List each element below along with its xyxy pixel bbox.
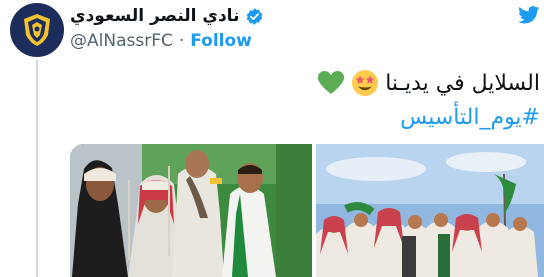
tweet-text: السلايل في يديـنا: [385, 70, 540, 96]
club-logo-icon: [24, 14, 50, 46]
verified-badge-icon: [247, 7, 263, 25]
twitter-bird-icon[interactable]: [518, 6, 540, 24]
tweet-media[interactable]: [70, 144, 544, 277]
separator-dot: ·: [178, 31, 185, 51]
tweet-text-line: السلايل في يديـنا: [317, 66, 540, 100]
photo-group-flags-celebration[interactable]: [316, 144, 544, 277]
account-handle[interactable]: @AlNassrFC: [70, 31, 173, 51]
green-heart-emoji-icon: [318, 71, 345, 94]
thread-line: [36, 60, 38, 277]
follow-button[interactable]: Follow: [190, 31, 252, 51]
avatar[interactable]: [10, 3, 64, 57]
star-struck-emoji-icon: [352, 70, 379, 96]
display-name[interactable]: نادي النصر السعودي: [70, 6, 239, 26]
hashtag-link[interactable]: #يوم_التأسيس: [400, 102, 540, 132]
photo-1-image: [70, 144, 312, 277]
photo-2-image: [316, 144, 544, 277]
photo-players-traditional-dress[interactable]: [70, 144, 312, 277]
